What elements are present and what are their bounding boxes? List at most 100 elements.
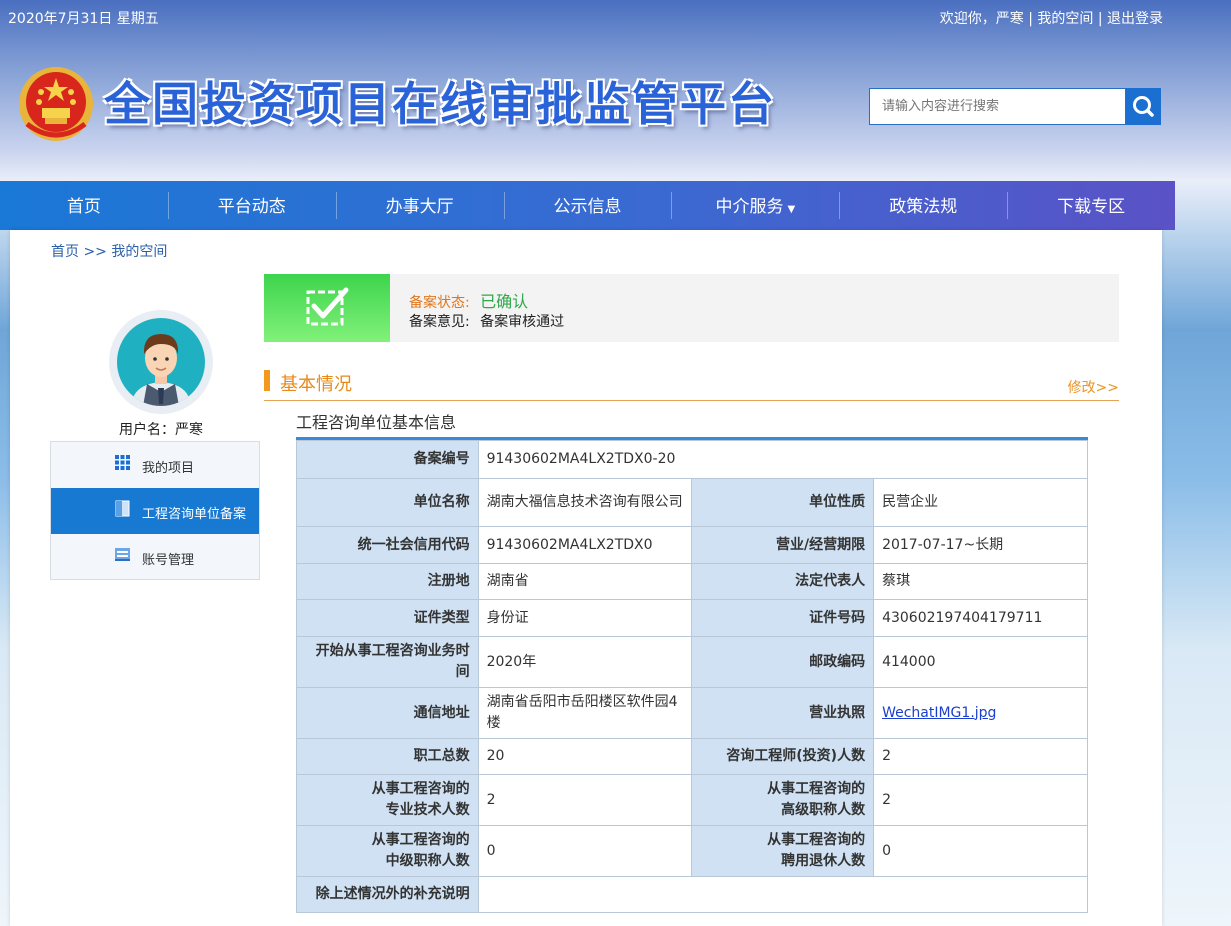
document-icon [115, 500, 130, 517]
field-value: 2020年 [477, 636, 693, 688]
nav-downloads[interactable]: 下载专区 [1007, 181, 1175, 230]
table-row: 除上述情况外的补充说明 [296, 876, 1089, 913]
nav-policies[interactable]: 政策法规 [839, 181, 1007, 230]
field-label: 营业/经营期限 [691, 526, 875, 564]
field-label: 邮政编码 [691, 636, 875, 688]
field-value: 2017-07-17~长期 [873, 526, 1088, 564]
table-row: 通信地址 湖南省岳阳市岳阳楼区软件园4楼 营业执照 WechatIMG1.jpg [296, 687, 1088, 739]
field-label: 单位名称 [296, 478, 479, 527]
field-value: 430602197404179711 [873, 599, 1088, 637]
table-row: 注册地 湖南省 法定代表人 蔡琪 [296, 563, 1088, 600]
nav-service-hall[interactable]: 办事大厅 [335, 181, 504, 230]
field-label: 证件号码 [691, 599, 875, 637]
nav-platform-news[interactable]: 平台动态 [167, 181, 336, 230]
table-row: 职工总数 20 咨询工程师(投资)人数 2 [296, 738, 1088, 775]
current-date: 2020年7月31日 星期五 [8, 11, 159, 27]
menu-item-label: 工程咨询单位备案 [142, 507, 247, 522]
status-line: 备案状态: 已确认 [409, 288, 528, 312]
search-icon [1133, 96, 1154, 117]
field-label: 职工总数 [296, 738, 479, 775]
field-label: 开始从事工程咨询业务时间 [296, 636, 479, 688]
menu-item-consulting-unit-filing[interactable]: 工程咨询单位备案 [51, 488, 259, 534]
nav-home[interactable]: 首页 [0, 181, 168, 230]
status-check-block [264, 274, 390, 342]
field-value: 20 [477, 738, 693, 775]
field-label: 注册地 [296, 563, 479, 600]
field-label: 备案编号 [296, 440, 479, 479]
welcome-text: 欢迎你，严寒 [939, 11, 1024, 27]
status-badge: 已确认 [480, 292, 529, 311]
section-title: 基本情况 [280, 374, 352, 395]
user-avatar-icon [131, 334, 191, 406]
field-value: 湖南省 [477, 563, 693, 600]
field-label: 从事工程咨询的 中级职称人数 [296, 825, 479, 877]
header-banner: 全国投资项目在线审批监管平台 [0, 34, 1231, 181]
table-row: 从事工程咨询的 专业技术人数 2 从事工程咨询的 高级职称人数 2 [296, 774, 1088, 826]
field-label: 法定代表人 [691, 563, 875, 600]
field-value: 414000 [873, 636, 1088, 688]
business-license-file-link[interactable]: WechatIMG1.jpg [882, 705, 996, 721]
field-value: 91430602MA4LX2TDX0-20 [477, 440, 1089, 479]
table-row: 单位名称 湖南大福信息技术咨询有限公司 单位性质 民营企业 [296, 478, 1088, 527]
field-value [477, 876, 1089, 913]
content-panel: 首页 >> 我的空间 用户名：严寒 我的项目 工程咨询单位备案 账号管理 备案状… [10, 230, 1162, 926]
filing-status-box: 备案状态: 已确认 备案意见: 备案审核通过 [264, 274, 1119, 342]
field-value: 蔡琪 [873, 563, 1088, 600]
national-emblem-icon [19, 67, 93, 141]
field-label: 除上述情况外的补充说明 [296, 876, 479, 913]
table-row: 证件类型 身份证 证件号码 430602197404179711 [296, 599, 1088, 637]
field-value: 91430602MA4LX2TDX0 [477, 526, 693, 564]
id-card-icon [115, 548, 130, 561]
my-space-link[interactable]: 我的空间 [1037, 11, 1093, 27]
field-label: 单位性质 [691, 478, 875, 527]
field-label: 证件类型 [296, 599, 479, 637]
nav-agency-services[interactable]: 中介服务 ▼ [671, 181, 839, 230]
user-links: 欢迎你，严寒 | 我的空间 | 退出登录 [939, 11, 1163, 27]
table-row: 从事工程咨询的 中级职称人数 0 从事工程咨询的 聘用退休人数 0 [296, 825, 1088, 877]
field-value: 民营企业 [873, 478, 1088, 527]
logout-link[interactable]: 退出登录 [1107, 11, 1163, 27]
table-row: 备案编号 91430602MA4LX2TDX0-20 [296, 440, 1089, 479]
field-value: 2 [873, 774, 1088, 826]
field-label: 从事工程咨询的 专业技术人数 [296, 774, 479, 826]
info-table-wrapper: 备案编号 91430602MA4LX2TDX0-20 单位名称 湖南大福信息技术… [296, 437, 1089, 913]
breadcrumb-current[interactable]: 我的空间 [111, 244, 167, 260]
field-value: 2 [477, 774, 693, 826]
field-label: 咨询工程师(投资)人数 [691, 738, 875, 775]
site-title: 全国投资项目在线审批监管平台 [104, 77, 776, 131]
menu-item-account-management[interactable]: 账号管理 [51, 534, 259, 580]
search-box [869, 88, 1161, 125]
opinion-label: 备案意见: [409, 314, 470, 330]
field-value: 湖南省岳阳市岳阳楼区软件园4楼 [477, 687, 693, 739]
info-table: 备案编号 91430602MA4LX2TDX0-20 单位名称 湖南大福信息技术… [296, 440, 1089, 913]
checkbox-checked-icon [306, 287, 349, 326]
side-menu: 我的项目 工程咨询单位备案 账号管理 [50, 441, 260, 580]
search-button[interactable] [1126, 88, 1161, 125]
username: 用户名：严寒 [119, 422, 203, 438]
breadcrumb-home[interactable]: 首页 [51, 244, 79, 260]
chevron-down-icon: ▼ [787, 204, 796, 215]
nav-public-info[interactable]: 公示信息 [503, 181, 672, 230]
field-label: 通信地址 [296, 687, 479, 739]
status-label: 备案状态: [409, 295, 470, 311]
field-value: 身份证 [477, 599, 693, 637]
table-row: 统一社会信用代码 91430602MA4LX2TDX0 营业/经营期限 2017… [296, 526, 1088, 564]
opinion-value: 备案审核通过 [480, 314, 565, 330]
menu-item-label: 我的项目 [142, 461, 195, 476]
field-value: 湖南大福信息技术咨询有限公司 [477, 478, 693, 527]
field-label: 从事工程咨询的 高级职称人数 [691, 774, 875, 826]
top-bar: 2020年7月31日 星期五 欢迎你，严寒 | 我的空间 | 退出登录 [0, 0, 1231, 34]
field-label: 从事工程咨询的 聘用退休人数 [691, 825, 875, 877]
section-header: 基本情况 修改>> [264, 367, 1119, 401]
field-value: 0 [873, 825, 1088, 877]
menu-item-my-projects[interactable]: 我的项目 [51, 442, 259, 488]
field-label: 营业执照 [691, 687, 875, 739]
breadcrumb: 首页 >> 我的空间 [51, 244, 168, 260]
grid-icon [115, 455, 130, 470]
edit-link[interactable]: 修改>> [1068, 377, 1119, 397]
opinion-line: 备案意见: 备案审核通过 [409, 311, 564, 331]
section-accent-bar [264, 370, 270, 391]
main-nav: 首页 平台动态 办事大厅 公示信息 中介服务 ▼ 政策法规 下载专区 [0, 181, 1175, 230]
avatar [109, 310, 213, 414]
search-input[interactable] [869, 88, 1126, 125]
